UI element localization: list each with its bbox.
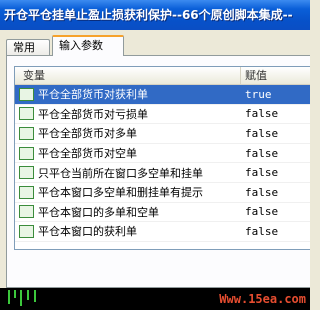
grid-row[interactable]: 平仓本窗口多空单和删挂单有提示 false bbox=[15, 183, 310, 203]
tab-strip: 常用 输入参数 bbox=[6, 35, 310, 56]
value-cell[interactable]: true bbox=[241, 88, 272, 101]
grid-row[interactable]: 只平仓当前所在窗口多空单和挂单 false bbox=[15, 163, 310, 183]
grid-row[interactable]: 平仓全部货币对空单 false bbox=[15, 144, 310, 164]
parameter-icon bbox=[19, 185, 34, 199]
value-cell[interactable]: false bbox=[241, 107, 278, 120]
grid-row[interactable]: 平仓全部货币对多单 false bbox=[15, 124, 310, 144]
value-cell[interactable]: false bbox=[241, 225, 278, 238]
watermark: Www.15ea.com bbox=[219, 292, 306, 306]
variable-name: 平仓本窗口多空单和删挂单有提示 bbox=[38, 186, 203, 200]
tab-input-parameters[interactable]: 输入参数 bbox=[52, 35, 124, 56]
variable-cell: 平仓全部货币对获利单 bbox=[15, 86, 241, 102]
value-cell[interactable]: false bbox=[241, 186, 278, 199]
parameter-icon bbox=[19, 146, 34, 160]
variable-name: 只平仓当前所在窗口多空单和挂单 bbox=[38, 166, 203, 180]
variable-name: 平仓本窗口的获利单 bbox=[38, 225, 137, 239]
value-cell[interactable]: false bbox=[241, 147, 278, 160]
value-cell[interactable]: false bbox=[241, 166, 278, 179]
variable-cell: 只平仓当前所在窗口多空单和挂单 bbox=[15, 165, 241, 181]
variable-cell: 平仓本窗口多空单和删挂单有提示 bbox=[15, 184, 241, 200]
parameter-grid: 变量 赋值 平仓全部货币对获利单 true 平仓全部货币对亏损单 false 平… bbox=[14, 66, 310, 250]
grid-header: 变量 赋值 bbox=[15, 67, 310, 85]
grid-row[interactable]: 平仓全部货币对获利单 true bbox=[15, 85, 310, 105]
variable-name: 平仓全部货币对多单 bbox=[38, 127, 137, 141]
variable-cell: 平仓本窗口的获利单 bbox=[15, 223, 241, 239]
value-cell[interactable]: false bbox=[241, 127, 278, 140]
parameter-icon bbox=[19, 87, 34, 101]
grid-row[interactable]: 平仓全部货币对亏损单 false bbox=[15, 105, 310, 125]
grid-row[interactable]: 平仓本窗口的获利单 false bbox=[15, 222, 310, 242]
variable-name: 平仓全部货币对空单 bbox=[38, 147, 137, 161]
parameter-icon bbox=[19, 126, 34, 140]
grid-row[interactable]: 平仓本窗口的多单和空单 false bbox=[15, 203, 310, 223]
variable-name: 平仓全部货币对获利单 bbox=[38, 88, 148, 102]
parameter-icon bbox=[19, 107, 34, 121]
variable-cell: 平仓全部货币对空单 bbox=[15, 145, 241, 161]
variable-cell: 平仓全部货币对亏损单 bbox=[15, 106, 241, 122]
variable-name: 平仓全部货币对亏损单 bbox=[38, 107, 148, 121]
tab-common[interactable]: 常用 bbox=[6, 39, 50, 56]
parameter-icon bbox=[19, 224, 34, 238]
variable-cell: 平仓全部货币对多单 bbox=[15, 125, 241, 141]
column-header-variable[interactable]: 变量 bbox=[15, 67, 241, 84]
variable-cell: 平仓本窗口的多单和空单 bbox=[15, 204, 241, 220]
parameter-icon bbox=[19, 166, 34, 180]
parameter-icon bbox=[19, 205, 34, 219]
variable-name: 平仓本窗口的多单和空单 bbox=[38, 205, 159, 219]
value-cell[interactable]: false bbox=[241, 205, 278, 218]
column-header-value[interactable]: 赋值 bbox=[241, 67, 267, 84]
window-titlebar[interactable]: 开仓平仓挂单止盈止损获利保护--66个原创脚本集成-- bbox=[0, 0, 310, 30]
window-title: 开仓平仓挂单止盈止损获利保护--66个原创脚本集成-- bbox=[4, 8, 293, 22]
